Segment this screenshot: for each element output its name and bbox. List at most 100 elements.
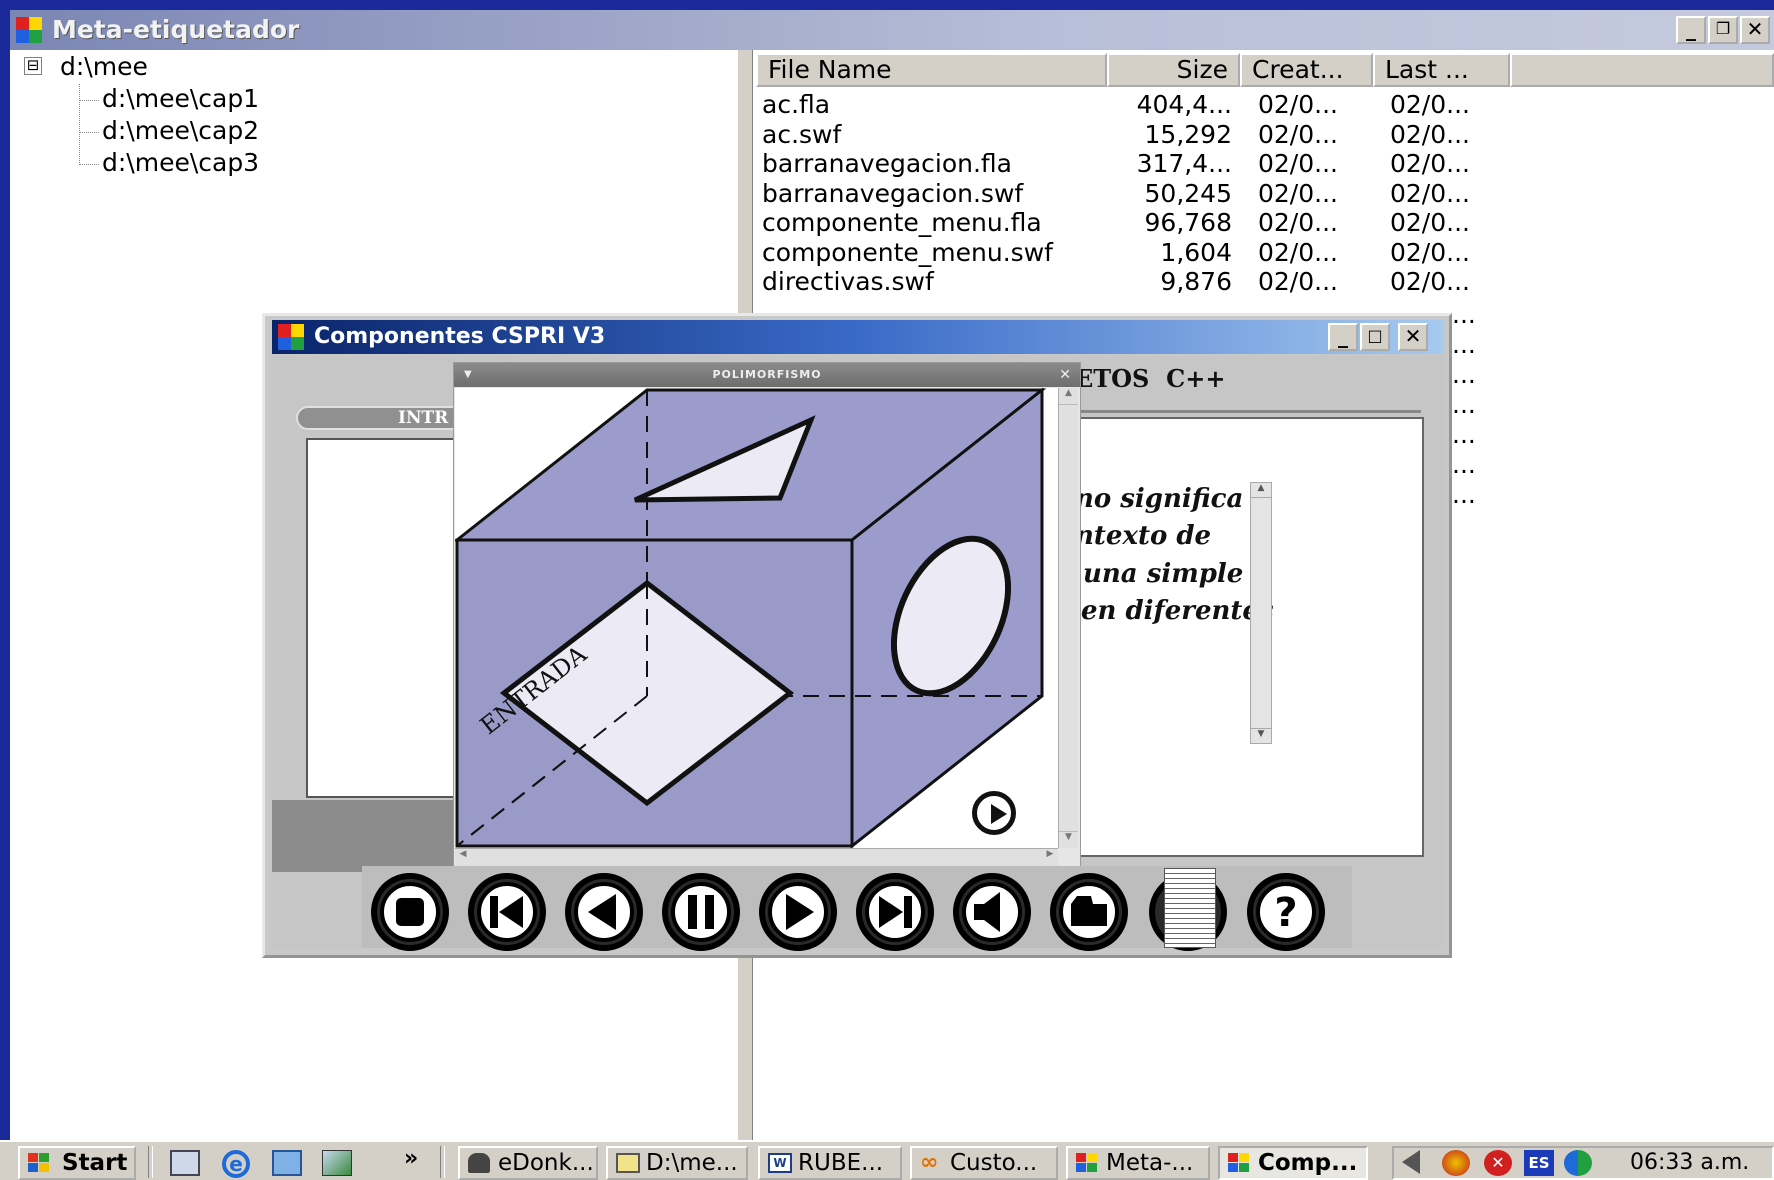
column-header-last[interactable]: Last ... [1373, 53, 1510, 87]
quicklaunch-chevron[interactable]: » [404, 1146, 418, 1171]
show-desktop-icon[interactable] [170, 1150, 200, 1176]
word-icon: W [768, 1153, 792, 1173]
main-window-title: Meta-etiquetador [52, 15, 300, 44]
task-edonkey[interactable]: eDonk... [458, 1146, 598, 1180]
poly-horizontal-scrollbar[interactable]: ◀ ▶ [455, 848, 1058, 868]
poly-vertical-scrollbar[interactable]: ▲ ▼ [1058, 388, 1078, 848]
scroll-left-arrow[interactable]: ◀ [455, 849, 471, 867]
intro-tab[interactable]: INTR [296, 406, 466, 430]
task-meta-etiquetador[interactable]: Meta-... [1066, 1146, 1210, 1180]
file-row[interactable]: ac.swf 15,292 02/0... 02/0... [762, 120, 1662, 150]
scroll-down-arrow[interactable]: ▼ [1059, 831, 1078, 848]
file-row[interactable]: componente_menu.fla 96,768 02/0... 02/0... [762, 208, 1662, 238]
last-button[interactable] [853, 870, 937, 954]
internet-explorer-icon[interactable]: e [222, 1150, 250, 1178]
text-line: en diferentes [1081, 596, 1274, 626]
language-indicator[interactable]: ES [1524, 1150, 1554, 1176]
file-name: componente_menu.fla [762, 208, 1042, 237]
stop-button[interactable] [368, 870, 452, 954]
task-custom[interactable]: ∞ Custo... [910, 1146, 1058, 1180]
tree-root[interactable]: d:\mee [60, 52, 148, 81]
close-button[interactable]: ✕ [1398, 323, 1428, 351]
text-line: una simple [1083, 559, 1244, 589]
column-header-file-name[interactable]: File Name [756, 53, 1107, 87]
close-button[interactable]: ✕ [1740, 16, 1770, 44]
search-folder-icon [616, 1153, 640, 1173]
file-row[interactable]: componente_menu.swf 1,604 02/0... 02/0... [762, 238, 1662, 268]
column-header-size[interactable]: Size [1107, 53, 1240, 87]
file-row[interactable]: barranavegacion.swf 50,245 02/0... 02/0... [762, 179, 1662, 209]
volume-button[interactable] [950, 870, 1034, 954]
tree-item-cap1[interactable]: d:\mee\cap1 [102, 84, 259, 113]
minimize-button[interactable]: _ [1676, 16, 1706, 44]
tree-connector [79, 164, 99, 165]
scroll-right-arrow[interactable]: ▶ [1042, 849, 1058, 867]
file-last: 02/0... [1390, 179, 1470, 208]
app-icon [278, 324, 304, 350]
first-button[interactable] [465, 870, 549, 954]
tree-connector [79, 132, 99, 133]
file-last: 02/0... [1390, 90, 1470, 119]
play-icon[interactable] [972, 791, 1016, 835]
file-size: 404,4... [1136, 90, 1232, 119]
polimorfismo-title-bar[interactable]: ▼ POLIMORFISMO ✕ [454, 363, 1080, 387]
volume-tray-icon[interactable] [1402, 1150, 1420, 1174]
tree-item-cap2[interactable]: d:\mee\cap2 [102, 116, 259, 145]
outlook-icon[interactable] [272, 1150, 302, 1176]
file-row[interactable]: directivas.swf 9,876 02/0... 02/0... [762, 267, 1662, 297]
taskbar-separator [440, 1146, 445, 1178]
task-explorer[interactable]: D:\me... [606, 1146, 748, 1180]
tree-collapse-toggle[interactable]: ⊟ [24, 57, 42, 75]
infinity-icon: ∞ [920, 1150, 939, 1175]
file-name: barranavegacion.fla [762, 149, 1012, 178]
network-tray-icon[interactable] [1442, 1150, 1470, 1176]
intro-panel-bottom [272, 800, 472, 872]
minimize-button[interactable]: _ [1328, 323, 1358, 351]
app-icon [1228, 1153, 1252, 1173]
file-created: 02/0... [1258, 238, 1338, 267]
app-icon [16, 17, 42, 43]
folder-button[interactable] [1047, 870, 1131, 954]
main-title-bar[interactable]: Meta-etiquetador _ ❐ ✕ [10, 10, 1774, 50]
sync-tray-icon[interactable] [1564, 1150, 1592, 1176]
file-created: 02/0... [1258, 267, 1338, 296]
file-size: 1,604 [1160, 238, 1232, 267]
text-scrollbar[interactable]: ▲ ▼ [1250, 482, 1272, 744]
file-row[interactable]: ac.fla 404,4... 02/0... 02/0... [762, 90, 1662, 120]
tree-connector [79, 100, 99, 101]
edonkey-icon [468, 1153, 490, 1173]
heading-rule [1075, 410, 1421, 413]
previous-button[interactable] [562, 870, 646, 954]
intro-panel [306, 438, 466, 798]
file-size: 9,876 [1160, 267, 1232, 296]
index-button[interactable] [1146, 868, 1230, 954]
task-word[interactable]: W RUBE... [758, 1146, 902, 1180]
hidden-rows-ellipsis: ... ... ... ... ... ... ... [1452, 300, 1476, 509]
scroll-down-arrow[interactable]: ▼ [1251, 728, 1271, 743]
restore-button[interactable]: ❐ [1708, 16, 1738, 44]
file-last: 02/0... [1390, 267, 1470, 296]
scroll-up-arrow[interactable]: ▲ [1251, 483, 1271, 498]
maximize-button[interactable]: □ [1360, 323, 1390, 351]
text-line: ntexto de [1075, 521, 1212, 551]
scroll-up-arrow[interactable]: ▲ [1059, 388, 1078, 405]
start-button[interactable]: Start [18, 1146, 136, 1180]
app-launch-icon[interactable] [322, 1150, 352, 1176]
tree-item-cap3[interactable]: d:\mee\cap3 [102, 148, 259, 177]
text-line: no significa [1075, 484, 1244, 514]
file-name: barranavegacion.swf [762, 179, 1024, 208]
taskbar-separator [148, 1146, 153, 1178]
poly-menu-arrow[interactable]: ▼ [464, 363, 473, 387]
poly-close-icon[interactable]: ✕ [1059, 363, 1072, 387]
help-button[interactable]: ? [1244, 870, 1328, 954]
play-button[interactable] [756, 870, 840, 954]
file-size: 50,245 [1144, 179, 1232, 208]
componentes-title-bar[interactable]: Componentes CSPRI V3 _ □ ✕ [272, 320, 1444, 354]
tree-connector [79, 84, 80, 165]
task-componentes[interactable]: Comp... [1218, 1146, 1368, 1180]
blocked-tray-icon[interactable]: ✕ [1484, 1150, 1512, 1176]
pause-button[interactable] [659, 870, 743, 954]
file-row[interactable]: barranavegacion.fla 317,4... 02/0... 02/0..… [762, 149, 1662, 179]
help-glyph: ? [1274, 890, 1297, 936]
column-header-created[interactable]: Creat... [1240, 53, 1373, 87]
